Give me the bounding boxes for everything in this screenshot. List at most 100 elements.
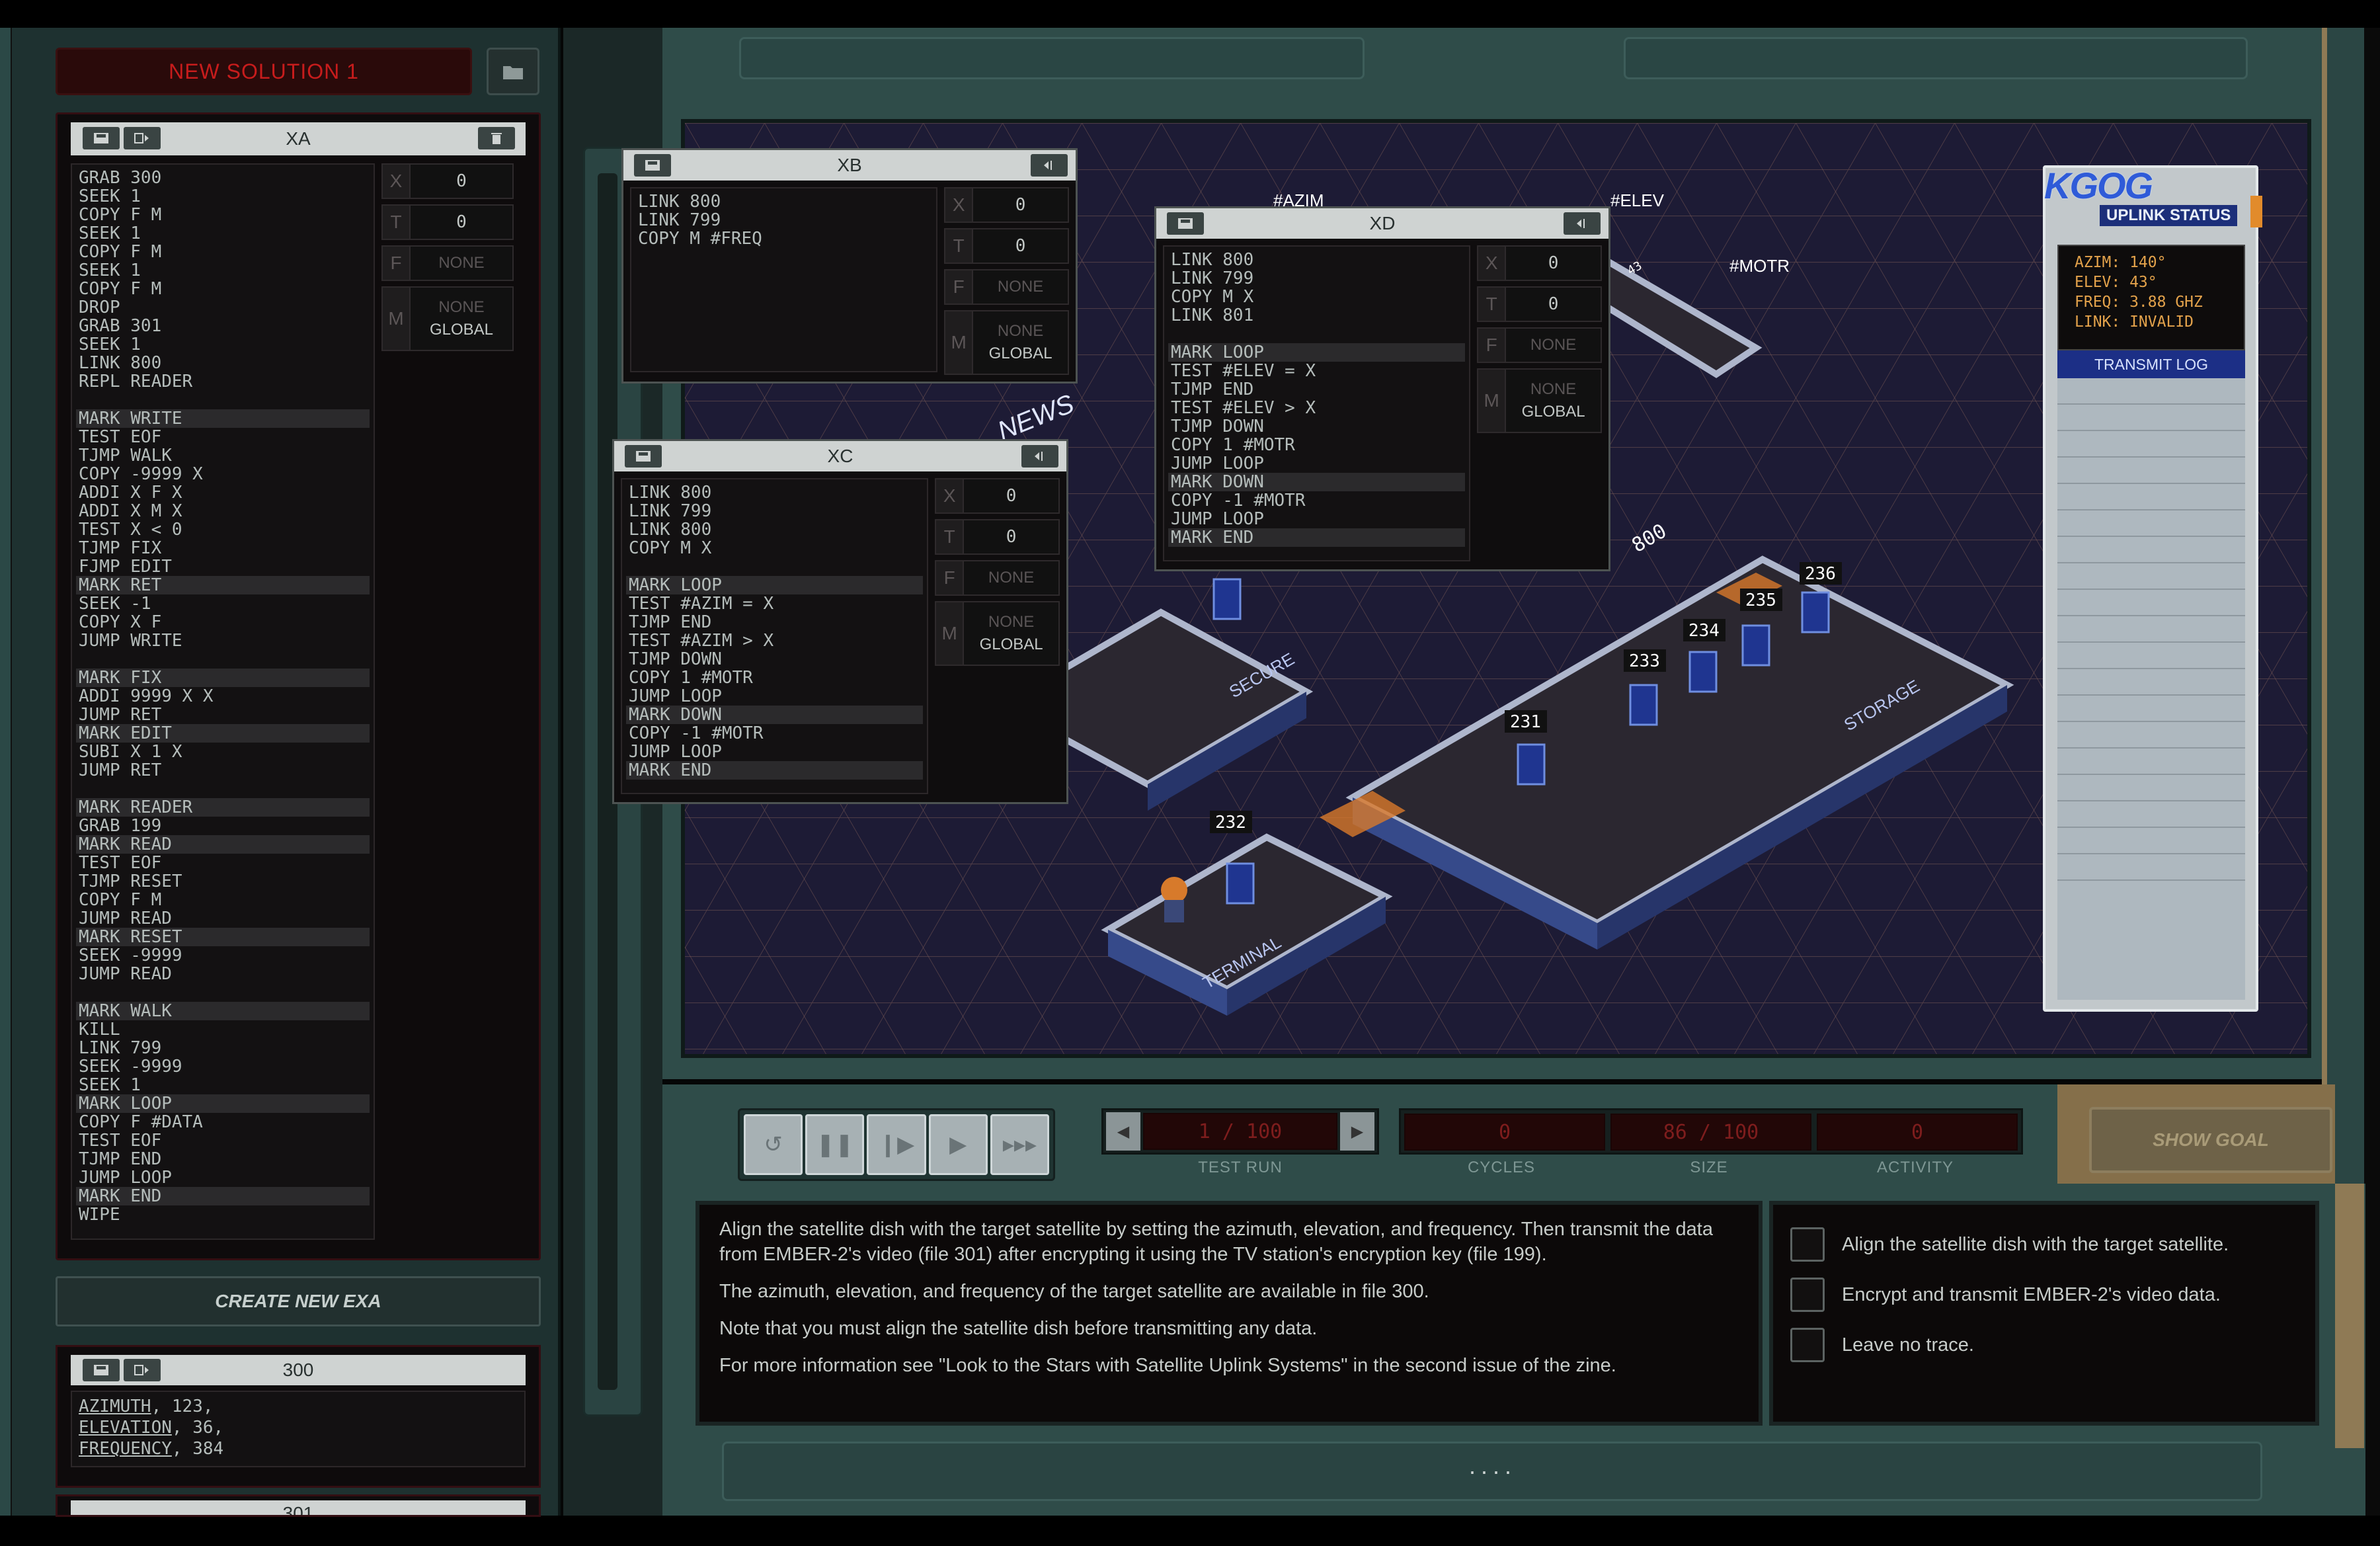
register-m[interactable]: M NONE GLOBAL [1477,368,1602,433]
code-line[interactable]: TJMP DOWN [626,650,923,669]
exa-window-xd[interactable]: XD LINK 800 LINK 799 COPY M X LINK 801 MARK… [1154,206,1610,571]
code-line[interactable] [76,983,370,1002]
code-line[interactable]: MARK END [626,761,924,780]
code-line[interactable]: TEST #AZIM = X [626,594,923,613]
code-line[interactable]: TEST EOF [76,428,370,446]
pause-button[interactable]: ❚❚ [805,1114,865,1175]
code-line[interactable]: COPY -1 #MOTR [626,724,923,743]
code-line[interactable]: SEEK -9999 [76,946,370,965]
mode-toggle-icon[interactable] [124,1359,161,1381]
code-line[interactable] [76,780,370,798]
code-line[interactable]: WIPE [76,1205,370,1224]
reset-button[interactable]: ↺ [744,1114,803,1175]
code-line[interactable]: TJMP FIX [76,539,370,557]
save-icon[interactable] [634,154,671,177]
code-line[interactable]: COPY M #FREQ [635,229,932,248]
code-line[interactable]: SEEK -1 [76,594,370,613]
code-line[interactable]: JUMP LOOP [626,687,923,706]
code-line[interactable]: TJMP END [1168,380,1465,399]
code-line[interactable]: COPY F M [76,891,370,909]
code-line[interactable]: ADDI 9999 X X [76,687,370,706]
code-line[interactable]: MARK END [1168,528,1466,547]
exa-name-xc[interactable]: XC [828,446,853,467]
code-line[interactable]: LINK 800 [626,483,923,502]
code-line[interactable]: SEEK 1 [76,224,370,243]
save-icon[interactable] [1167,212,1204,235]
collapse-icon[interactable] [1021,445,1058,468]
exa-name-xa[interactable]: XA [286,128,310,149]
code-line[interactable]: JUMP READ [76,965,370,983]
exa-name-xb[interactable]: XB [837,155,861,176]
code-line[interactable]: COPY F M [76,243,370,261]
solution-name-field[interactable]: NEW SOLUTION 1 [56,48,472,95]
code-line[interactable]: SEEK 1 [76,335,370,354]
code-line[interactable]: MARK READER [76,798,370,817]
code-line[interactable]: JUMP RET [76,706,370,724]
open-solutions-button[interactable] [487,48,539,95]
code-line[interactable]: SEEK 1 [76,261,370,280]
code-line[interactable] [76,391,370,409]
code-line[interactable]: LINK 799 [1168,269,1465,288]
code-line[interactable]: MARK WALK [76,1002,370,1020]
code-editor-xb[interactable]: LINK 800 LINK 799 COPY M #FREQ [630,187,938,372]
code-line[interactable]: MARK LOOP [626,576,924,594]
code-line[interactable]: GRAB 300 [76,169,370,187]
code-line[interactable]: TEST EOF [76,1131,370,1150]
code-line[interactable]: ADDI X F X [76,483,370,502]
code-line[interactable]: TJMP DOWN [1168,417,1465,436]
code-line[interactable]: JUMP READ [76,909,370,928]
code-line[interactable]: COPY F M [76,206,370,224]
code-line[interactable]: COPY -9999 X [76,465,370,483]
code-line[interactable]: SEEK 1 [76,1076,370,1094]
code-line[interactable]: MARK RET [76,576,370,594]
code-line[interactable]: GRAB 301 [76,317,370,335]
collapse-icon[interactable] [1564,212,1601,235]
save-icon[interactable] [83,127,120,149]
code-line[interactable]: JUMP LOOP [76,1168,370,1187]
code-line[interactable]: COPY X F [76,613,370,631]
register-m[interactable]: M NONE GLOBAL [381,286,514,351]
code-line[interactable]: LINK 800 [635,192,932,211]
delete-icon[interactable] [478,127,515,149]
code-line[interactable]: MARK FIX [76,669,370,687]
code-line[interactable]: LINK 799 [635,211,932,229]
mode-toggle-icon[interactable] [124,127,161,149]
code-line[interactable]: MARK READ [76,835,370,854]
code-line[interactable]: TEST #ELEV > X [1168,399,1465,417]
code-line[interactable]: SEEK 1 [76,187,370,206]
code-line[interactable]: KILL [76,1020,370,1039]
code-line[interactable]: MARK RESET [76,928,370,946]
code-line[interactable]: TJMP END [626,613,923,631]
code-line[interactable]: SEEK -9999 [76,1057,370,1076]
goal-drawer-handle[interactable]: ···· [722,1442,2262,1501]
code-line[interactable]: JUMP WRITE [76,631,370,650]
code-line[interactable]: MARK WRITE [76,409,370,428]
run-button[interactable]: ▶ [928,1114,988,1175]
code-line[interactable]: TEST #AZIM > X [626,631,923,650]
exa-name-xd[interactable]: XD [1370,213,1396,234]
code-line[interactable]: LINK 800 [1168,251,1465,269]
exa-window-xb[interactable]: XB LINK 800 LINK 799 COPY M #FREQ X0 T0 FN… [621,148,1078,384]
code-line[interactable]: LINK 800 [626,520,923,539]
code-line[interactable]: COPY F #DATA [76,1113,370,1131]
code-line[interactable]: COPY -1 #MOTR [1168,491,1465,510]
code-line[interactable]: MARK EDIT [76,724,370,743]
code-line[interactable] [76,650,370,669]
code-line[interactable]: LINK 799 [626,502,923,520]
code-editor-xa[interactable]: GRAB 300 SEEK 1 COPY F M SEEK 1 COPY F M SEEK… [71,163,375,1240]
code-line[interactable]: COPY 1 #MOTR [1168,436,1465,454]
code-line[interactable]: JUMP LOOP [1168,510,1465,528]
code-line[interactable]: FJMP EDIT [76,557,370,576]
code-line[interactable]: MARK DOWN [626,706,924,724]
register-m[interactable]: M NONE GLOBAL [935,601,1060,666]
code-line[interactable]: JUMP LOOP [1168,454,1465,473]
code-line[interactable]: LINK 801 [1168,306,1465,325]
code-line[interactable]: GRAB 199 [76,817,370,835]
code-editor-xd[interactable]: LINK 800 LINK 799 COPY M X LINK 801 MARK LO… [1163,245,1471,561]
code-line[interactable] [626,557,923,576]
code-line[interactable] [1168,325,1465,343]
code-line[interactable]: ADDI X M X [76,502,370,520]
code-line[interactable]: COPY M X [1168,288,1465,306]
code-line[interactable]: REPL READER [76,372,370,391]
fast-forward-button[interactable]: ▸▸▸ [990,1114,1050,1175]
